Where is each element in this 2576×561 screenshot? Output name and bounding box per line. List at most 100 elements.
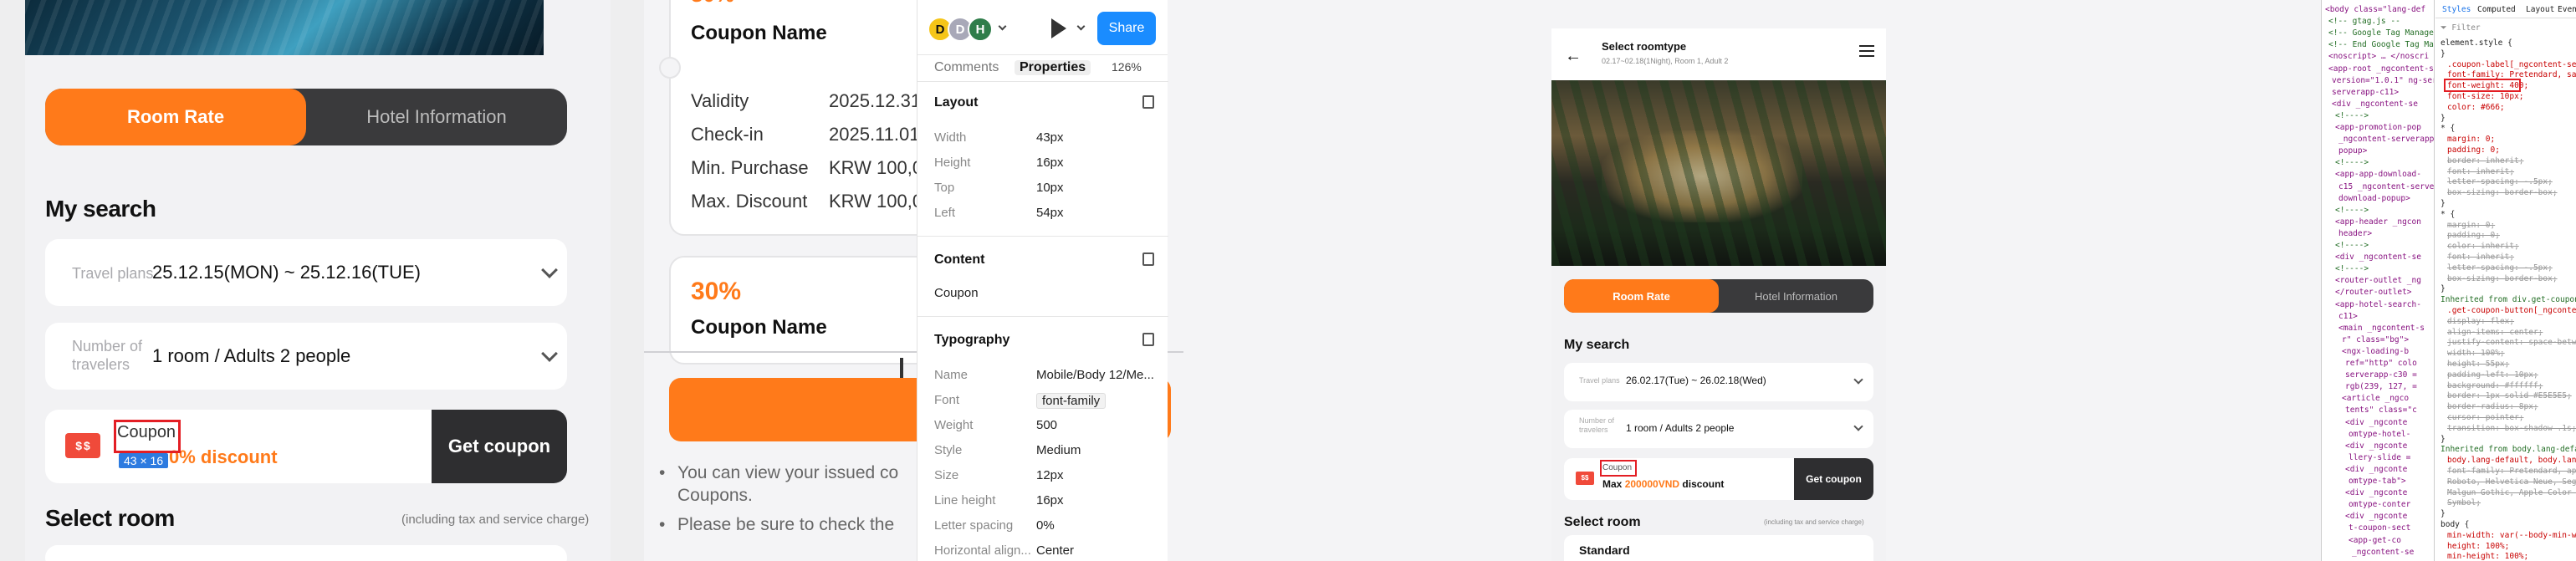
dom-node-row[interactable]: serverapp-c30 = (2345, 370, 2417, 380)
styles-filter-input[interactable]: ⏷ Filter (2441, 23, 2481, 33)
dom-node-row[interactable]: <app-root _ngcontent-sc (2328, 64, 2434, 74)
dom-node-row[interactable]: <app-hotel-search- (2335, 300, 2421, 309)
get-coupon-button[interactable]: Get coupon (432, 410, 567, 483)
style-rule-line[interactable]: display: flex; (2447, 317, 2514, 326)
share-button[interactable]: Share (1097, 12, 1156, 45)
style-rule-line[interactable]: .coupon-label[_ngcontent-serverapp-c (2447, 60, 2576, 69)
tab-room-rate[interactable]: Room Rate (45, 89, 306, 145)
dom-node-row[interactable]: header> (2338, 229, 2372, 238)
style-rule-line[interactable]: } (2441, 49, 2446, 59)
dom-node-row[interactable]: <div _ngcontent-se (2335, 252, 2421, 262)
style-rule-line[interactable]: Symbol; (2447, 498, 2481, 507)
back-arrow-icon[interactable]: ← (1565, 47, 1582, 66)
get-coupon-button[interactable]: Get coupon (1794, 458, 1873, 500)
style-rule-line[interactable]: width: 100%; (2447, 349, 2505, 358)
style-rule-line[interactable]: font-family: Pretendard, apple-s (2447, 467, 2576, 476)
style-rule-line[interactable]: justify-content: space-between; (2447, 338, 2576, 347)
style-rule-line[interactable]: box-sizing: border-box; (2447, 188, 2558, 197)
style-rule-line[interactable]: transition: box-shadow .1s; (2447, 424, 2576, 433)
dom-node-row[interactable]: download-popup> (2338, 194, 2410, 203)
style-rule-line[interactable]: } (2441, 199, 2446, 208)
style-rule-line[interactable]: element.style { (2441, 38, 2512, 48)
tab-computed[interactable]: Computed (2477, 5, 2516, 14)
room-card[interactable] (45, 545, 567, 561)
dom-node-row[interactable]: ref="http" colo (2345, 359, 2417, 368)
dom-node-row[interactable]: llery-slide = (2349, 453, 2410, 462)
style-rule-line[interactable]: font: inherit; (2447, 167, 2514, 176)
style-rule-line[interactable]: height: 100%; (2447, 542, 2509, 551)
avatar[interactable]: H (968, 17, 993, 42)
copy-icon[interactable] (1142, 333, 1154, 346)
style-rule-line[interactable]: Roboto, Helvetica Neue, Segoe UI (2447, 477, 2576, 487)
style-rule-line[interactable]: background: #ffffff; (2447, 381, 2543, 390)
dom-node-row[interactable]: <!----> (2335, 206, 2369, 215)
dom-node-row[interactable]: <main _ngcontent-s (2338, 324, 2425, 333)
tab-styles[interactable]: Styles (2442, 5, 2471, 14)
dom-node-row[interactable]: c11> (2338, 312, 2358, 321)
dom-node-row[interactable]: <!-- Google Tag Manage (2328, 28, 2434, 38)
style-rule-line[interactable]: color: inherit; (2447, 242, 2519, 251)
style-rule-line[interactable]: border: inherit; (2447, 156, 2524, 166)
tab-comments[interactable]: Comments (934, 60, 999, 75)
dom-node-row[interactable]: <div _ngconte (2345, 418, 2407, 427)
tab-properties[interactable]: Properties (1015, 60, 1091, 75)
dom-node-row[interactable]: popup> (2338, 146, 2367, 156)
style-rule-line[interactable]: Inherited from div.get-coupon-button (2441, 295, 2576, 304)
style-rule-line[interactable]: padding: 0; (2447, 231, 2500, 240)
tab-hotel-information[interactable]: Hotel Information (1719, 279, 1873, 313)
room-card[interactable]: Standard (1564, 535, 1873, 561)
style-rule-line[interactable]: } (2441, 114, 2446, 123)
style-rule-line[interactable]: height: 55px; (2447, 360, 2509, 369)
dom-node-row[interactable]: <!----> (2335, 158, 2369, 167)
dom-node-row[interactable]: <app-promotion-pop (2335, 123, 2421, 132)
style-rule-line[interactable]: } (2441, 509, 2446, 518)
dom-node-row[interactable]: _ngcontent-serverapp (2338, 135, 2434, 144)
style-rule-line[interactable]: * { (2441, 124, 2455, 133)
copy-icon[interactable] (1142, 252, 1154, 266)
style-rule-line[interactable]: Inherited from body.lang-default (2441, 445, 2576, 454)
style-rule-line[interactable]: border-radius: 8px; (2447, 402, 2538, 411)
travelers-selector[interactable]: Number of travelers 1 room / Adults 2 pe… (1564, 410, 1873, 448)
style-rule-line[interactable]: Malgun Gothic, Apple Color Em (2447, 488, 2576, 497)
style-rule-line[interactable]: letter-spacing: -.5px; (2447, 177, 2553, 186)
style-rule-line[interactable]: * { (2441, 210, 2455, 219)
travel-plans-selector[interactable]: Travel plans 25.12.15(MON) ~ 25.12.16(TU… (45, 239, 567, 306)
dom-node-row[interactable]: <!----> (2335, 111, 2369, 120)
dom-node-row[interactable]: <article _ngco (2342, 394, 2409, 403)
dom-node-row[interactable]: <div _ngconte (2345, 512, 2407, 521)
tab-hotel-information[interactable]: Hotel Information (306, 89, 567, 145)
style-rule-line[interactable]: font: inherit; (2447, 252, 2514, 262)
dom-node-row[interactable]: <ngx-loading-b (2342, 347, 2409, 356)
dom-node-row[interactable]: <!----> (2335, 264, 2369, 273)
dom-node-row[interactable]: <app-get-co (2349, 536, 2401, 545)
zoom-level[interactable]: 126% (1112, 60, 1142, 74)
copy-icon[interactable] (1142, 95, 1154, 109)
dom-node-row[interactable]: <div _ngconte (2345, 465, 2407, 474)
style-rule-line[interactable]: } (2441, 435, 2446, 444)
chevron-down-icon[interactable] (998, 22, 1007, 31)
style-rule-line[interactable]: color: #666; (2447, 103, 2505, 112)
style-rule-line[interactable]: min-height: 100%; (2447, 552, 2528, 561)
dom-node-row[interactable]: <div _ngconte (2345, 441, 2407, 451)
style-rule-line[interactable]: box-sizing: border-box; (2447, 274, 2558, 283)
dom-node-row[interactable]: <!-- gtag.js -- (2328, 17, 2400, 26)
tab-room-rate[interactable]: Room Rate (1564, 279, 1719, 313)
menu-icon[interactable] (1859, 45, 1874, 57)
style-rule-line[interactable]: body.lang-default, body.lang-default (2447, 456, 2576, 465)
dom-node-row[interactable]: omtype-conter (2349, 500, 2410, 509)
dom-node-row[interactable]: <div _ngcontent-se (2332, 99, 2418, 109)
dom-node-row[interactable]: <noscript> … </noscri (2328, 52, 2429, 61)
dom-node-row[interactable]: rgb(239, 127, = (2345, 382, 2417, 391)
dom-node-row[interactable]: <app-header _ngcon (2335, 217, 2421, 227)
travel-plans-selector[interactable]: Travel plans 26.02.17(Tue) ~ 26.02.18(We… (1564, 363, 1873, 401)
dom-node-row[interactable]: <app-app-download- (2335, 170, 2421, 179)
dom-node-row[interactable]: omtype-hotel- (2349, 430, 2410, 439)
style-rule-line[interactable]: body { (2441, 520, 2469, 529)
dom-node-row[interactable]: r" class="bg"> (2342, 335, 2409, 344)
dom-node-row[interactable]: version="1.0.1" ng-ser (2332, 76, 2434, 85)
style-rule-line[interactable]: margin: 0; (2447, 135, 2495, 144)
dom-node-row[interactable]: </router-outlet> (2335, 288, 2412, 297)
style-rule-line[interactable]: padding-left: 10px; (2447, 370, 2538, 380)
style-rule-line[interactable]: min-width: var(--body-min-width); (2447, 531, 2576, 540)
dom-node-row[interactable]: tents" class="c (2345, 405, 2417, 415)
